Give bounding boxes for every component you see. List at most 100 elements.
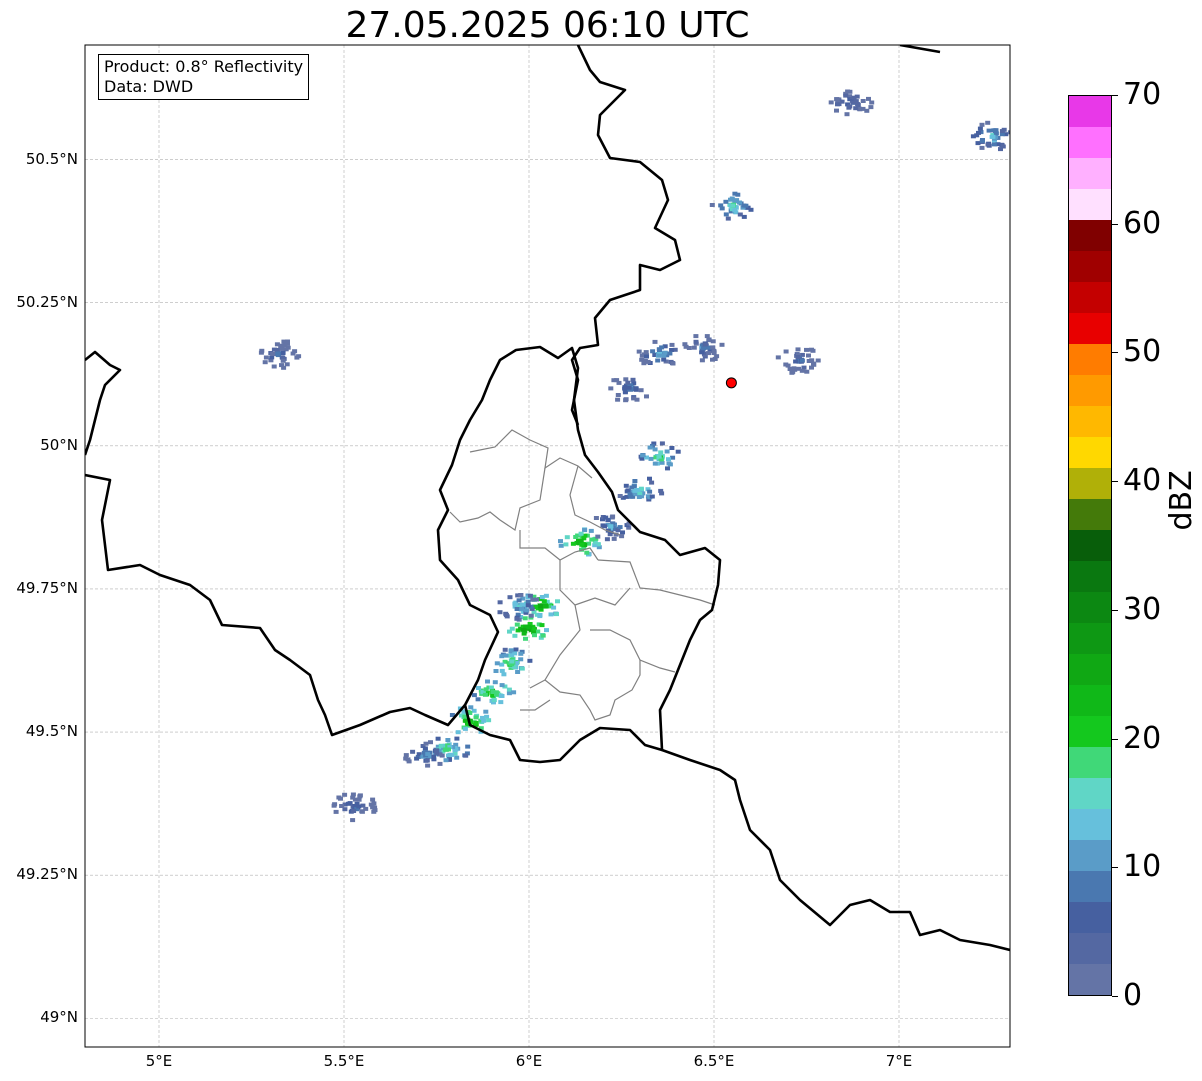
echo-pixel	[507, 595, 513, 600]
echo-pixel	[699, 358, 705, 363]
colorbar-segment	[1069, 964, 1111, 995]
echo-pixel	[519, 666, 525, 671]
echo-pixel	[275, 351, 281, 356]
echo-pixel	[605, 518, 611, 523]
echo-pixel	[554, 612, 559, 617]
echo-cell	[775, 347, 821, 375]
echo-pixel	[623, 483, 629, 488]
echo-pixel	[645, 359, 651, 364]
lon-tick-label: 5.5°E	[323, 1052, 365, 1070]
colorbar-segment	[1069, 623, 1111, 654]
echo-pixel	[514, 616, 520, 621]
echo-pixel	[855, 103, 861, 107]
echo-pixel	[975, 141, 981, 146]
map-frame	[84, 44, 1011, 1048]
colorbar-segment	[1069, 530, 1111, 561]
colorbar-segment	[1069, 840, 1111, 871]
echo-pixel	[634, 488, 640, 492]
echo-pixel	[454, 736, 460, 741]
echo-cell	[471, 679, 517, 705]
echo-pixel	[843, 93, 849, 98]
colorbar-tick-mark	[1112, 867, 1118, 869]
colorbar-segment	[1069, 561, 1111, 592]
colorbar-tick-mark	[1112, 223, 1118, 225]
echo-pixel	[465, 744, 471, 749]
echo-cell	[970, 120, 1010, 152]
echo-pixel	[584, 550, 590, 555]
echo-pixel	[793, 359, 799, 364]
echo-pixel	[693, 339, 699, 344]
echo-pixel	[828, 100, 834, 105]
colorbar-segment	[1069, 685, 1111, 716]
echo-pixel	[532, 633, 537, 638]
echo-pixel	[611, 378, 617, 383]
colorbar-tick-label: 30	[1123, 591, 1162, 627]
echo-pixel	[522, 616, 528, 621]
echo-pixel	[509, 659, 515, 664]
echo-pixel	[350, 792, 356, 797]
echo-pixel	[703, 342, 709, 347]
echo-pixel	[471, 693, 477, 698]
echo-pixel	[976, 130, 981, 135]
echo-pixel	[725, 216, 731, 221]
echo-cell	[558, 527, 602, 557]
data-source-label: Data: DWD	[104, 77, 194, 96]
echo-pixel	[516, 598, 522, 603]
echo-pixel	[538, 604, 544, 609]
echo-pixel	[616, 380, 622, 385]
echo-pixel	[608, 386, 614, 391]
colorbar-segment	[1069, 871, 1111, 902]
echo-pixel	[710, 345, 716, 350]
echo-pixel	[795, 347, 801, 352]
colorbar-segment	[1069, 251, 1111, 282]
echo-pixel	[647, 489, 653, 494]
echo-pixel	[622, 386, 628, 391]
echo-pixel	[488, 685, 494, 690]
echo-pixel	[636, 495, 642, 499]
echo-pixel	[445, 738, 451, 742]
echo-cell	[709, 191, 754, 221]
echo-pixel	[454, 755, 460, 760]
echo-pixel	[578, 531, 584, 536]
echo-pixel	[985, 120, 991, 125]
echo-cell	[403, 740, 445, 768]
echo-pixel	[989, 134, 995, 139]
echo-pixel	[520, 627, 526, 632]
echo-pixel	[473, 715, 479, 720]
echo-pixel	[548, 612, 554, 617]
echo-pixel	[527, 593, 533, 598]
colorbar-label: dBZ	[1164, 470, 1199, 531]
echo-pixel	[423, 741, 429, 746]
echo-pixel	[498, 700, 504, 705]
echo-pixel	[652, 339, 658, 344]
echo-pixel	[693, 334, 699, 339]
echo-pixel	[656, 454, 662, 459]
echo-pixel	[435, 736, 441, 741]
echo-pixel	[437, 761, 443, 766]
echo-pixel	[847, 104, 853, 109]
echo-pixel	[280, 358, 286, 363]
echo-pixel	[834, 108, 839, 113]
echo-pixel	[610, 514, 616, 519]
colorbar-segment	[1069, 933, 1111, 964]
lon-tick-label: 6°E	[515, 1052, 543, 1070]
echo-pixel	[638, 388, 644, 393]
echo-pixel	[704, 334, 710, 339]
echo-pixel	[977, 126, 983, 131]
lat-tick-label: 49.75°N	[16, 578, 78, 597]
echo-pixel	[371, 809, 377, 814]
colorbar-tick-label: 40	[1123, 463, 1162, 499]
echo-pixel	[617, 494, 623, 498]
echo-pixel	[815, 358, 821, 363]
echo-pixel	[558, 543, 564, 548]
colorbar-segment	[1069, 375, 1111, 406]
echo-pixel	[625, 380, 631, 385]
echo-pixel	[636, 349, 642, 354]
echo-pixel	[499, 683, 505, 688]
echo-pixel	[570, 541, 576, 546]
colorbar-tick-label: 20	[1123, 720, 1162, 756]
echo-pixel	[370, 797, 376, 802]
product-label: Product: 0.8° Reflectivity	[104, 57, 304, 76]
echo-pixel	[540, 633, 546, 638]
colorbar-segment	[1069, 747, 1111, 778]
